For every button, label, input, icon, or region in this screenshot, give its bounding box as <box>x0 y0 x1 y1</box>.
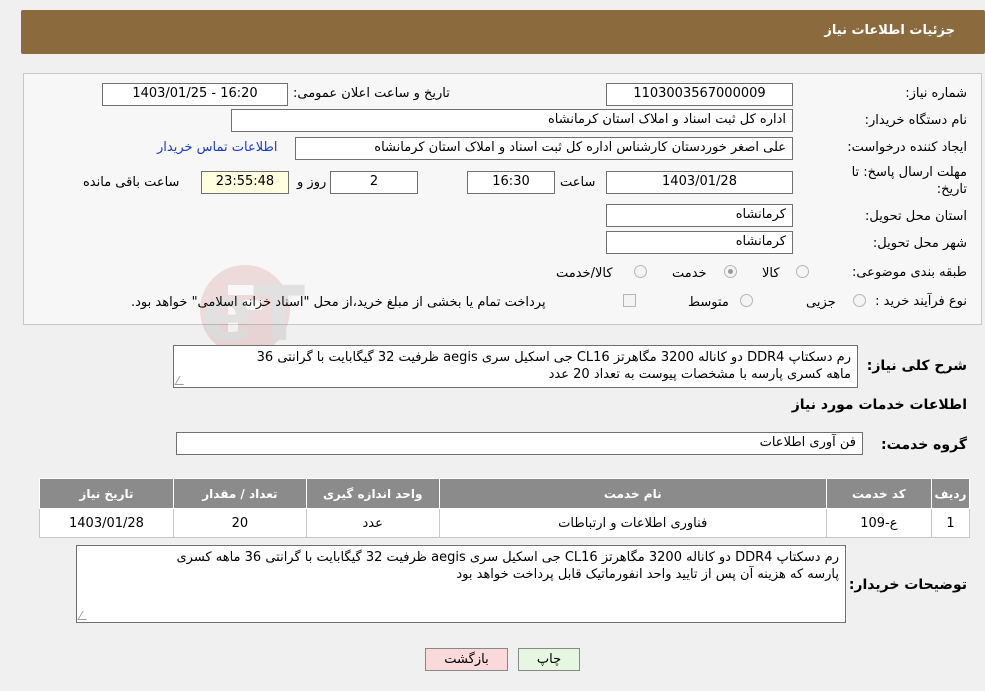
service-group-label: گروه خدمت: <box>881 437 967 453</box>
category-label: طبقه بندی موضوعی: <box>851 265 967 280</box>
print-button[interactable]: چاپ <box>518 648 580 671</box>
days-label: روز و <box>297 175 327 190</box>
cell-row: 1 <box>930 508 971 538</box>
process-label: نوع فرآیند خرید : <box>875 294 967 309</box>
category-radio-service[interactable] <box>724 265 737 278</box>
col-code: کد خدمت <box>825 478 932 509</box>
col-name: نام خدمت <box>438 478 827 509</box>
cell-code: ع-109 <box>825 508 932 538</box>
col-row: ردیف <box>930 478 971 509</box>
category-option-goods: کالا <box>762 266 780 281</box>
treasury-payment-note: پرداخت تمام یا بخشی از مبلغ خرید،از محل … <box>131 295 546 310</box>
buyer-notes-line-2: پارسه که هزینه آن پس از تایید واحد انفور… <box>456 567 839 582</box>
buyer-notes-line-1: رم دسکتاپ DDR4 دو کاناله 3200 مگاهرتز CL… <box>176 550 839 565</box>
summary-line-2: ماهه کسری پارسه با مشخصات پیوست به تعداد… <box>548 367 851 382</box>
buyer-notes-label: توضیحات خریدار: <box>848 577 967 593</box>
need-number-label: شماره نیاز: <box>905 86 967 101</box>
process-option-medium: متوسط <box>688 295 729 310</box>
province-field[interactable]: کرمانشاه <box>606 204 793 227</box>
summary-label: شرح کلی نیاز: <box>866 358 967 374</box>
buyer-contact-link[interactable]: اطلاعات تماس خریدار <box>157 140 277 155</box>
buyer-notes-textarea[interactable]: رم دسکتاپ DDR4 دو کاناله 3200 مگاهرتز CL… <box>76 545 846 623</box>
need-number-field[interactable]: 1103003567000009 <box>606 83 793 106</box>
city-field[interactable]: کرمانشاه <box>606 231 793 254</box>
cell-name: فناوری اطلاعات و ارتباطات <box>438 508 827 538</box>
summary-line-1: رم دسکتاپ DDR4 دو کاناله 3200 مگاهرتز CL… <box>256 350 851 365</box>
category-option-service: خدمت <box>672 266 707 281</box>
page-title: جزئیات اطلاعات نیاز <box>824 23 955 38</box>
announce-label: تاریخ و ساعت اعلان عمومی: <box>293 86 450 101</box>
creator-field[interactable]: علی اصغر خوردستان کارشناس اداره کل ثبت ا… <box>295 137 793 160</box>
cell-unit: عدد <box>305 508 440 538</box>
category-option-both: کالا/خدمت <box>556 266 613 281</box>
resize-grip-icon[interactable] <box>77 611 92 620</box>
services-section-title: اطلاعات خدمات مورد نیاز <box>791 397 967 413</box>
deadline-label-line2: تاریخ: <box>936 182 967 197</box>
buyer-org-field[interactable]: اداره کل ثبت اسناد و املاک استان کرمانشا… <box>231 109 793 132</box>
province-label: استان محل تحویل: <box>865 209 967 224</box>
buyer-org-label: نام دستگاه خریدار: <box>864 113 967 128</box>
table-header-row: ردیف کد خدمت نام خدمت واحد اندازه گیری ت… <box>39 478 971 509</box>
remaining-time-field: 23:55:48 <box>201 171 289 194</box>
process-radio-minor[interactable] <box>853 294 866 307</box>
deadline-label-line1: مهلت ارسال پاسخ: تا <box>851 165 967 180</box>
col-date: تاریخ نیاز <box>39 478 174 509</box>
category-radio-both[interactable] <box>634 265 647 278</box>
deadline-time-field[interactable]: 16:30 <box>467 171 555 194</box>
days-field[interactable]: 2 <box>330 171 418 194</box>
back-button[interactable]: بازگشت <box>425 648 508 671</box>
process-option-minor: جزیی <box>806 295 836 310</box>
announce-field[interactable]: 1403/01/25 - 16:20 <box>102 83 288 106</box>
deadline-date-field[interactable]: 1403/01/28 <box>606 171 793 194</box>
col-unit: واحد اندازه گیری <box>305 478 440 509</box>
cell-qty: 20 <box>172 508 307 538</box>
process-radio-medium[interactable] <box>740 294 753 307</box>
services-table: ردیف کد خدمت نام خدمت واحد اندازه گیری ت… <box>39 478 971 538</box>
creator-label: ایجاد کننده درخواست: <box>847 140 967 155</box>
page-header: جزئیات اطلاعات نیاز <box>21 10 985 54</box>
summary-textarea[interactable]: رم دسکتاپ DDR4 دو کاناله 3200 مگاهرتز CL… <box>173 345 858 388</box>
col-qty: تعداد / مقدار <box>172 478 307 509</box>
cell-date: 1403/01/28 <box>39 508 174 538</box>
city-label: شهر محل تحویل: <box>872 236 967 251</box>
time-label: ساعت <box>560 175 596 190</box>
table-row: 1 ع-109 فناوری اطلاعات و ارتباطات عدد 20… <box>39 508 971 538</box>
remaining-label: ساعت باقی مانده <box>83 175 180 190</box>
service-group-field[interactable]: فن آوری اطلاعات <box>176 432 863 455</box>
treasury-payment-checkbox[interactable] <box>623 294 636 307</box>
category-radio-goods[interactable] <box>796 265 809 278</box>
